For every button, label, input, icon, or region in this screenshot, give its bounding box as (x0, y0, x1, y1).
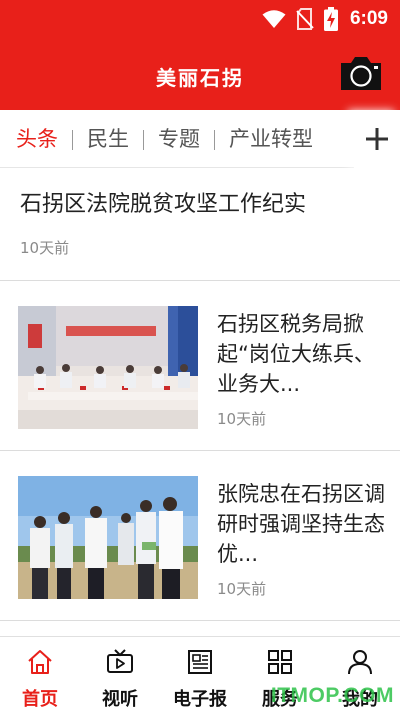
category-tabs: 头条 民生 专题 产业转型 (0, 110, 400, 168)
app-header: 6:09 美丽石拐 (0, 0, 400, 110)
news-feed: 石拐区法院脱贫攻坚工作纪实 10天前 石拐区税务局掀起“岗位大练兵、业务大...… (0, 169, 400, 621)
nav-video[interactable]: 视听 (80, 637, 160, 720)
nav-label: 首页 (22, 689, 58, 710)
status-time: 6:09 (349, 8, 388, 29)
tab-topics[interactable]: 专题 (158, 110, 200, 168)
user-icon (348, 650, 372, 675)
news-time: 10天前 (217, 580, 267, 598)
nav-label: 电子报 (173, 689, 227, 710)
status-bar: 6:09 (0, 0, 400, 38)
tab-divider (143, 129, 144, 150)
nav-home[interactable]: 首页 (0, 637, 80, 720)
news-title: 张院忠在石拐区调研时强调坚持生态优... (217, 482, 385, 566)
battery-charging-icon (323, 7, 338, 31)
news-title: 石拐区法院脱贫攻坚工作纪实 (20, 192, 307, 217)
camera-icon[interactable] (339, 54, 383, 92)
nav-label: 视听 (102, 689, 138, 710)
tv-icon (107, 649, 133, 673)
newspaper-icon (188, 650, 212, 674)
news-item[interactable]: 石拐区法院脱贫攻坚工作纪实 10天前 (0, 169, 400, 281)
tab-headlines[interactable]: 头条 (16, 110, 58, 168)
plus-icon (366, 128, 388, 150)
news-item[interactable]: 张院忠在石拐区调研时强调坚持生态优... 10天前 (0, 451, 400, 621)
news-time: 10天前 (20, 239, 70, 257)
no-sim-icon (296, 8, 314, 30)
news-item[interactable]: 石拐区税务局掀起“岗位大练兵、业务大... 10天前 (0, 281, 400, 451)
tab-track: 头条 民生 专题 产业转型 (0, 110, 346, 168)
tab-livelihood[interactable]: 民生 (87, 110, 129, 168)
nav-epaper[interactable]: 电子报 (160, 637, 240, 720)
wifi-icon (262, 10, 286, 28)
grid-icon (268, 650, 292, 674)
tab-industry[interactable]: 产业转型 (229, 110, 313, 168)
home-icon (28, 650, 52, 674)
add-tab-button[interactable] (354, 110, 400, 168)
news-time: 10天前 (217, 410, 267, 428)
tab-divider (214, 129, 215, 150)
news-title: 石拐区税务局掀起“岗位大练兵、业务大... (217, 312, 375, 396)
watermark-text: ITMOP.COM (270, 684, 394, 707)
tab-divider (72, 129, 73, 150)
news-thumbnail (18, 476, 198, 599)
news-thumbnail (18, 306, 198, 429)
